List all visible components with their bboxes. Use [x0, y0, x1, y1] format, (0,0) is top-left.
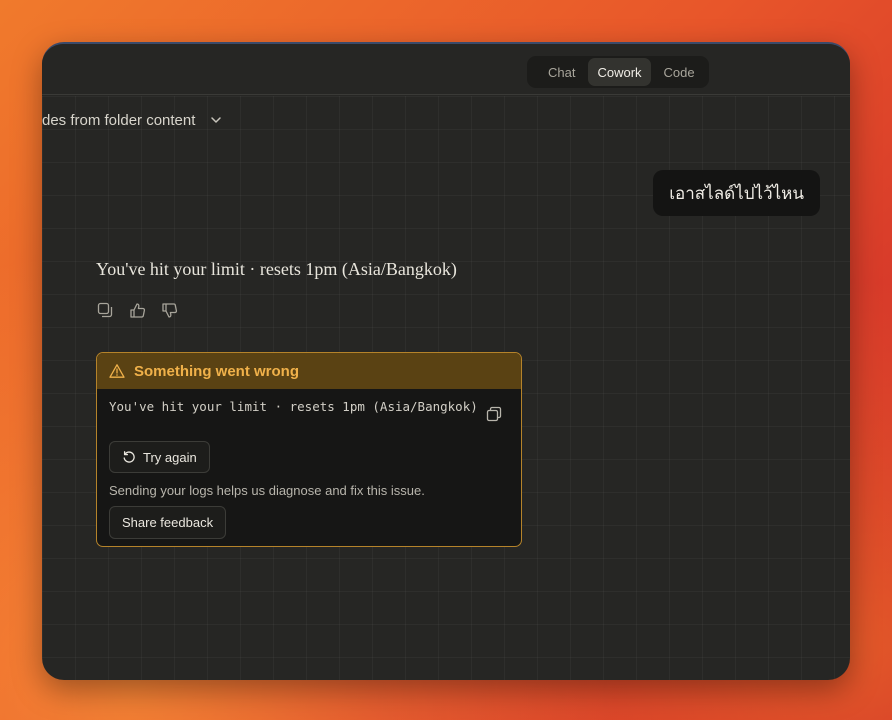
- chevron-down-icon: [211, 117, 222, 123]
- mode-switch: Chat Cowork Code: [527, 56, 709, 88]
- assistant-message-text: You've hit your limit · resets 1pm (Asia…: [96, 259, 457, 279]
- retry-icon: [123, 451, 135, 463]
- thumbs-up-button[interactable]: [128, 301, 146, 319]
- try-again-label: Try again: [143, 449, 197, 465]
- try-again-button[interactable]: Try again: [109, 441, 210, 473]
- top-bar: Chat Cowork Code: [42, 44, 850, 95]
- thumbs-down-icon: [161, 302, 177, 318]
- logs-note: Sending your logs helps us diagnose and …: [109, 483, 425, 498]
- warning-icon: [109, 364, 125, 378]
- conversation-title[interactable]: des from folder content: [42, 108, 223, 132]
- error-card: Something went wrong You've hit your lim…: [96, 352, 522, 547]
- error-card-header: Something went wrong: [97, 353, 521, 389]
- message-actions: [96, 301, 178, 319]
- user-message-text: เอาสไลด์ไปไว้ไหน: [669, 183, 804, 203]
- error-message: You've hit your limit · resets 1pm (Asia…: [109, 399, 478, 414]
- copy-icon: [97, 302, 113, 318]
- share-feedback-label: Share feedback: [122, 515, 214, 530]
- thumbs-up-icon: [129, 302, 145, 318]
- user-message-bubble: เอาสไลด์ไปไว้ไหน: [653, 170, 820, 216]
- tab-chat[interactable]: Chat: [539, 58, 584, 86]
- thumbs-down-button[interactable]: [160, 301, 178, 319]
- share-feedback-button[interactable]: Share feedback: [109, 506, 227, 539]
- tab-cowork[interactable]: Cowork: [588, 58, 651, 86]
- app-window: Chat Cowork Code des from folder content…: [42, 42, 850, 680]
- error-title: Something went wrong: [134, 362, 299, 380]
- copy-message-button[interactable]: [96, 301, 114, 319]
- tab-code[interactable]: Code: [655, 58, 704, 86]
- conversation-title-text: des from folder content: [42, 111, 196, 129]
- copy-error-icon[interactable]: [486, 406, 502, 422]
